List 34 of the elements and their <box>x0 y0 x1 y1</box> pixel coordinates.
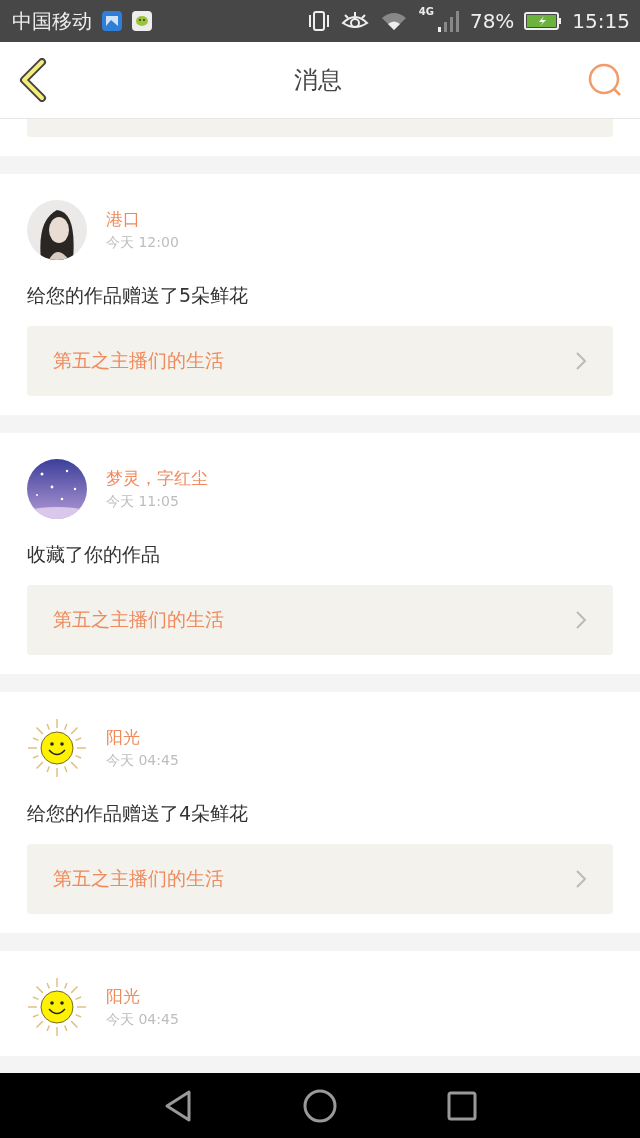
recents-nav-icon[interactable] <box>447 1090 477 1121</box>
user-name[interactable]: 梦灵，字红尘 <box>106 466 208 490</box>
sun-avatar-icon <box>27 977 87 1037</box>
home-nav-icon[interactable] <box>303 1088 337 1123</box>
page-title: 消息 <box>294 65 342 96</box>
message-time: 今天 12:00 <box>106 233 179 252</box>
battery-percent: 78% <box>469 9 515 33</box>
message-time: 今天 11:05 <box>106 492 180 511</box>
back-nav-icon[interactable] <box>163 1088 193 1123</box>
back-icon[interactable] <box>18 58 48 102</box>
chevron-icon <box>575 869 587 889</box>
work-link[interactable]: 第五之主播们的生活 <box>27 585 613 655</box>
message-time: 今天 04:45 <box>106 751 179 770</box>
user-name[interactable]: 阳光 <box>106 725 179 749</box>
eye-icon <box>340 11 369 31</box>
work-link[interactable]: 第五之主播们的生活 <box>27 326 613 396</box>
user-name[interactable]: 港口 <box>106 207 179 231</box>
carrier-name: 中国移动 <box>12 7 92 35</box>
network-type: 4G <box>418 6 434 17</box>
message-time: 今天 04:45 <box>106 1010 179 1029</box>
message-text: 给您的作品赠送了5朵鲜花 <box>27 283 250 308</box>
user-name[interactable]: 阳光 <box>106 984 179 1008</box>
sun-avatar-icon <box>27 718 87 778</box>
vibrate-icon <box>306 10 331 32</box>
chevron-icon <box>575 610 587 630</box>
chevron-icon <box>575 351 587 371</box>
work-link[interactable]: 第五之主播们的生活 <box>27 844 613 914</box>
message-text: 给您的作品赠送了4朵鲜花 <box>27 801 250 826</box>
clock: 15:15 <box>572 9 630 33</box>
signal-icon <box>435 9 460 33</box>
chat-app-icon <box>132 11 152 31</box>
gallery-icon <box>102 11 122 31</box>
battery-icon <box>524 11 563 31</box>
message-text: 收藏了你的作品 <box>27 542 161 567</box>
